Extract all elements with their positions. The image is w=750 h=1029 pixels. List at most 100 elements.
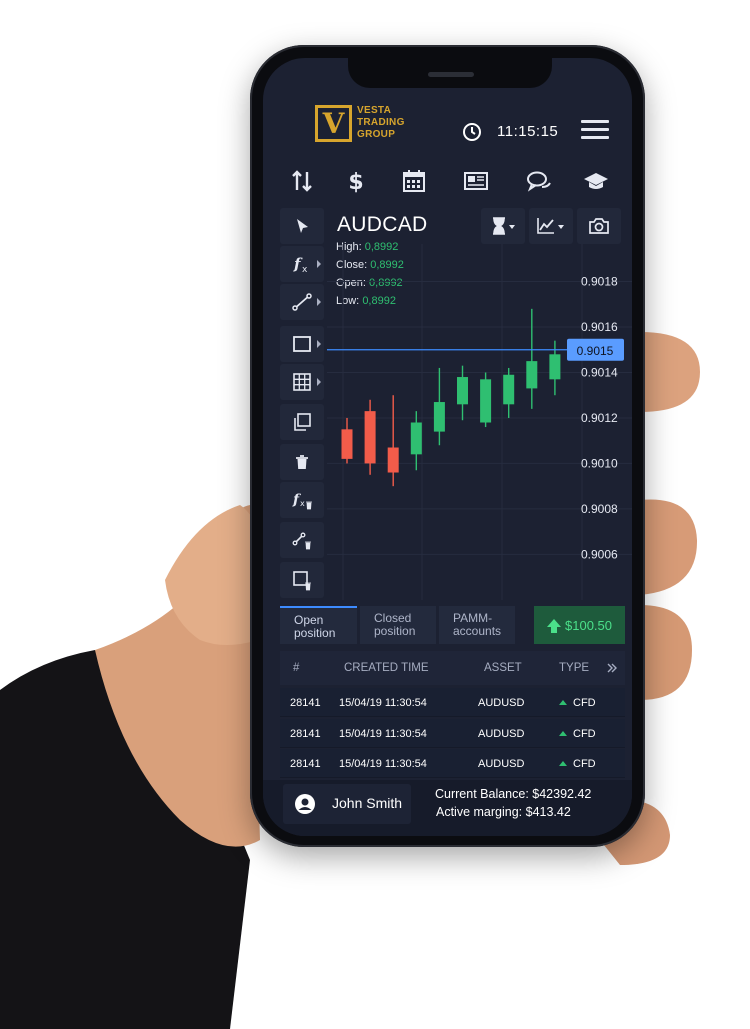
table-row[interactable]: 28141 15/04/19 11:30:54 AUDUSD CFD <box>280 688 625 717</box>
active-margin: Active marging: $413.42 <box>436 805 571 819</box>
cell-type: CFD <box>559 758 596 770</box>
trade-arrows-icon <box>292 170 312 192</box>
arrow-up-icon <box>559 761 567 766</box>
clock-time: 11:15:15 <box>497 123 559 140</box>
tool-rectangle[interactable] <box>280 326 324 362</box>
candle-body <box>410 422 422 455</box>
table-row[interactable]: 28141 15/04/19 11:30:54 AUDUSD CFD <box>280 719 625 748</box>
candle-body <box>341 429 353 459</box>
y-tick-label: 0.9006 <box>581 547 618 561</box>
user-name: John Smith <box>332 795 403 811</box>
table-header: # CREATED TIME ASSET TYPE <box>280 651 625 685</box>
double-chevron-right-icon[interactable] <box>606 662 618 674</box>
rectangle-icon <box>293 336 311 352</box>
y-tick-label: 0.9008 <box>581 502 618 516</box>
tool-trash[interactable] <box>280 444 324 480</box>
table-row[interactable]: 28141 15/04/19 11:30:54 AUDUSD CFD <box>280 749 625 778</box>
chart-line-icon <box>537 218 564 234</box>
brand-line-1: VESTA <box>357 105 392 116</box>
trendline-icon <box>292 293 312 311</box>
symbol-title[interactable]: AUDCAD <box>337 213 427 237</box>
nav-education[interactable] <box>579 165 613 197</box>
cell-type-label: CFD <box>573 697 596 709</box>
y-tick-label: 0.9018 <box>581 275 618 289</box>
app-screen: V VESTA TRADING GROUP 11:15:15 $ f x f x… <box>263 58 632 836</box>
tool-trendline[interactable] <box>280 284 324 320</box>
nav-calendar[interactable] <box>397 165 431 197</box>
user-avatar-icon <box>295 794 315 814</box>
svg-text:x: x <box>302 265 308 275</box>
svg-text:$: $ <box>348 170 363 194</box>
y-tick-label: 0.9010 <box>581 456 618 470</box>
phone-speaker <box>428 72 474 77</box>
column-asset[interactable]: ASSET <box>484 662 522 674</box>
brand-line-2: TRADING <box>357 117 405 128</box>
camera-icon <box>589 218 609 234</box>
cell-type: CFD <box>559 697 596 709</box>
tool-delete-indicator[interactable]: fx <box>280 482 324 518</box>
tool-delete-all[interactable] <box>280 562 324 598</box>
tab-open-position[interactable]: Open position <box>280 606 357 644</box>
tab-pamm-accounts[interactable]: PAMM- accounts <box>439 606 515 644</box>
cell-type-label: CFD <box>573 758 596 770</box>
current-balance: Current Balance: $42392.42 <box>435 787 592 801</box>
candle-body <box>457 377 468 405</box>
svg-text:x: x <box>300 499 305 508</box>
timeframe-button[interactable] <box>481 208 525 244</box>
tool-copy[interactable] <box>280 404 324 440</box>
column-type[interactable]: TYPE <box>559 662 589 674</box>
candle-body <box>387 447 399 473</box>
tab-label: position <box>374 624 416 638</box>
tab-label: accounts <box>453 624 502 638</box>
arrow-up-icon <box>547 619 561 633</box>
current-price-label: 0.9015 <box>577 344 614 358</box>
cell-asset: AUDUSD <box>478 728 525 740</box>
user-profile-button[interactable]: John Smith <box>283 784 411 824</box>
indicator-button[interactable] <box>529 208 573 244</box>
cell-id: 28141 <box>290 697 321 709</box>
candle-body <box>503 374 515 405</box>
candle-body <box>480 379 492 423</box>
tool-delete-drawing[interactable] <box>280 522 324 558</box>
hourglass-icon <box>493 217 515 235</box>
column-id[interactable]: # <box>293 662 299 674</box>
cell-type: CFD <box>559 728 596 740</box>
cell-time: 15/04/19 11:30:54 <box>339 697 427 709</box>
candle-body <box>364 411 376 464</box>
tab-closed-position[interactable]: Closed position <box>360 606 436 644</box>
nav-news[interactable] <box>459 165 493 197</box>
tab-label: position <box>294 626 336 640</box>
candle-body <box>526 361 538 389</box>
nav-chat[interactable] <box>522 165 556 197</box>
grid-icon <box>293 373 311 391</box>
delete-drawing-icon <box>292 532 311 550</box>
brand-logo-text: VESTA TRADING GROUP <box>357 105 405 141</box>
y-tick-label: 0.9014 <box>581 365 618 379</box>
trash-icon <box>296 455 308 469</box>
nav-trade[interactable] <box>285 165 319 197</box>
tool-cursor[interactable] <box>280 208 324 244</box>
nav-finance[interactable]: $ <box>339 165 373 197</box>
clock-icon <box>463 123 481 141</box>
column-created-time[interactable]: CREATED TIME <box>344 662 429 674</box>
function-icon: fx <box>293 255 308 275</box>
tool-function[interactable]: fx <box>280 246 324 282</box>
candlestick-chart[interactable]: 0.9018 0.9016 0.9014 0.9012 0.9010 0.9008 0.90… <box>327 244 632 600</box>
buy-amount-label: $100.50 <box>565 617 612 633</box>
buy-amount-button[interactable]: $100.50 <box>534 606 625 644</box>
screenshot-button[interactable] <box>577 208 621 244</box>
phone-notch <box>348 50 552 88</box>
arrow-up-icon <box>559 731 567 736</box>
arrow-up-icon <box>559 700 567 705</box>
chat-icon <box>527 171 551 192</box>
brand-logo-mark[interactable]: V <box>315 105 352 142</box>
tool-grid[interactable] <box>280 364 324 400</box>
cell-asset: AUDUSD <box>478 697 525 709</box>
hamburger-menu-icon[interactable] <box>581 120 609 142</box>
cell-time: 15/04/19 11:30:54 <box>339 728 427 740</box>
top-nav: $ <box>263 163 632 199</box>
position-tabs: Open position Closed position PAMM- acco… <box>280 606 625 646</box>
education-cap-icon <box>584 173 608 189</box>
candle-body <box>433 402 445 432</box>
app-header: V VESTA TRADING GROUP 11:15:15 <box>263 98 632 154</box>
